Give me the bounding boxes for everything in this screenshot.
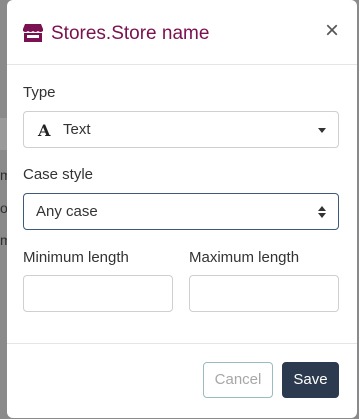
modal-title: Stores.Store name [51, 23, 210, 44]
case-style-select-value: Any case [36, 203, 98, 220]
store-icon [23, 24, 43, 42]
modal-footer: Cancel Save [7, 343, 357, 418]
type-label: Type [23, 84, 56, 101]
case-style-label: Case style [23, 166, 94, 183]
maximum-length-label: Maximum length [189, 249, 300, 266]
chevron-down-icon [318, 128, 326, 133]
chevron-up-icon [318, 206, 326, 211]
save-button[interactable]: Save [282, 362, 339, 398]
close-icon[interactable]: × [323, 19, 341, 43]
type-select[interactable]: A Text [23, 111, 339, 148]
cancel-button[interactable]: Cancel [203, 362, 273, 398]
type-select-value: Text [63, 121, 91, 138]
minimum-length-label: Minimum length [23, 249, 129, 266]
modal-header: Stores.Store name × [7, 0, 357, 65]
text-type-icon: A [38, 121, 51, 140]
case-style-select[interactable]: Any case [23, 193, 339, 230]
chevron-down-icon [318, 213, 326, 218]
edit-field-modal: Stores.Store name × Type A Text Case sty… [7, 0, 357, 418]
minimum-length-input[interactable] [23, 275, 173, 312]
maximum-length-input[interactable] [189, 275, 339, 312]
